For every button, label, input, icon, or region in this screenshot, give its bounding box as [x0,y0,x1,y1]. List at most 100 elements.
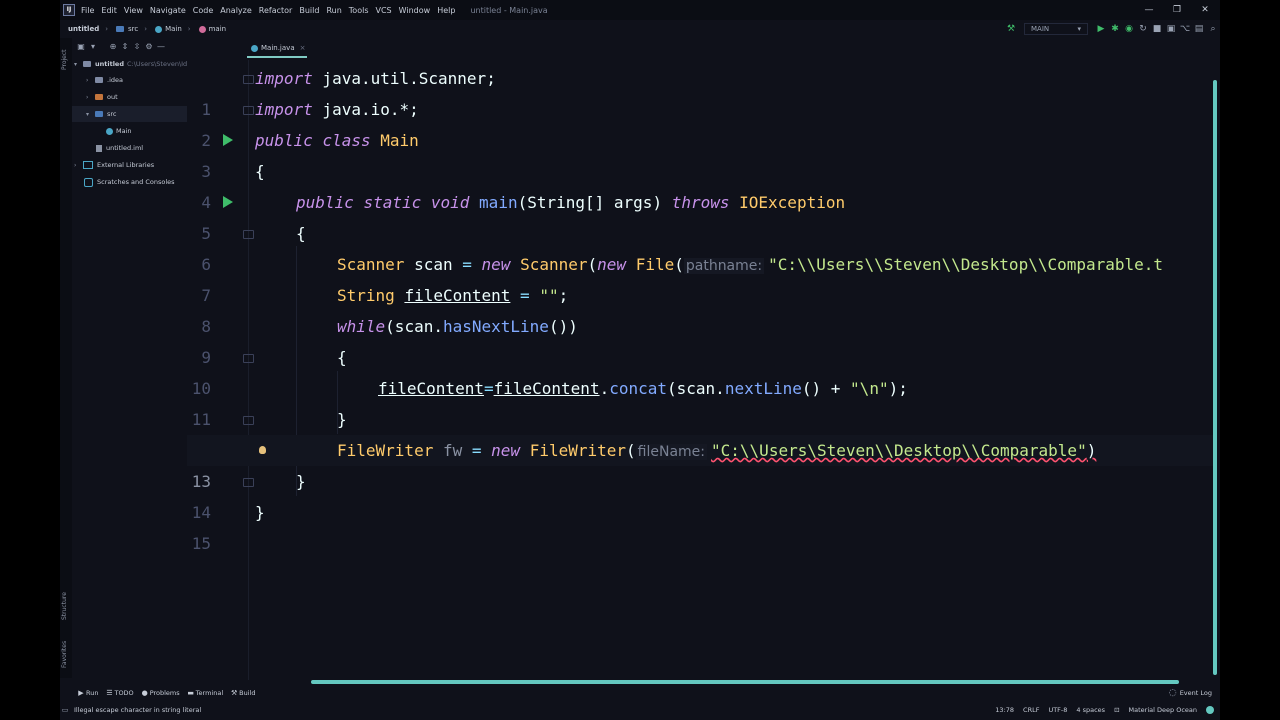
code-text: { [255,156,265,187]
code-editor[interactable]: 1 import java.util.Scanner; 2 import jav… [187,60,1217,680]
menu-tools[interactable]: Tools [349,6,369,15]
code-line-10[interactable]: 10 { [187,342,1217,398]
breadcrumb-project[interactable]: untitled › [68,25,108,33]
chevron-down-icon: ▾ [74,60,78,68]
code-line-7[interactable]: 7 Scanner scan = new Scanner(new File(pa… [187,249,1217,305]
line-separator[interactable]: CRLF [1023,706,1039,714]
fold-icon[interactable] [243,354,254,363]
menu-navigate[interactable]: Navigate [150,6,186,15]
code-line-4[interactable]: 4 { [187,156,1217,212]
variable: fileContent [404,286,511,305]
toolwindow-label: TODO [114,689,134,697]
fold-icon[interactable] [243,478,254,487]
toolwindow-build[interactable]: ⚒ Build [229,689,255,697]
fold-icon[interactable] [243,230,254,239]
status-message[interactable]: Illegal escape character in string liter… [74,706,201,714]
operator: = [520,286,530,305]
tab-main-java[interactable]: Main.java × [247,40,307,58]
lightbulb-icon[interactable] [259,446,266,454]
toolwindow-run[interactable]: ▶ Run [76,689,98,697]
run-configuration-select[interactable]: MAIN ▾ [1024,23,1088,35]
fold-icon[interactable] [243,106,254,115]
expand-all-icon[interactable]: ⇕ [119,42,131,51]
menu-edit[interactable]: Edit [101,6,117,15]
toolwindow-problems[interactable]: ● Problems [140,689,180,697]
favorites-tool-label[interactable]: Favorites [61,641,68,668]
horizontal-scrollbar[interactable] [247,680,1220,685]
run-gutter-icon[interactable] [223,134,233,146]
code-token: (scan. [385,317,443,336]
locate-icon[interactable]: ⊕ [107,42,119,51]
debug-icon[interactable]: ✱ [1108,24,1122,34]
collapse-all-icon[interactable]: ⇳ [131,42,143,51]
code-text: fileContent=fileContent.concat(scan.next… [378,373,908,404]
menu-refactor[interactable]: Refactor [259,6,293,15]
lock-icon[interactable]: ⊡ [1114,706,1119,714]
breadcrumb-class[interactable]: Main › [155,25,191,33]
scrollbar-thumb[interactable] [1213,80,1217,675]
close-tab-icon[interactable]: × [300,44,306,52]
code-line-6[interactable]: 6 { [187,218,1217,274]
event-log-button[interactable]: ◌ Event Log [1166,686,1212,700]
code-line-9[interactable]: 9 while(scan.hasNextLine()) [187,311,1217,367]
code-line-15[interactable]: 15 } [187,497,1217,553]
caret-position[interactable]: 13:78 [995,706,1014,714]
chevron-right-icon: › [74,161,77,169]
fold-icon[interactable] [243,75,254,84]
folder-icon [95,94,103,100]
menu-run[interactable]: Run [326,6,341,15]
theme-name[interactable]: Material Deep Ocean [1129,706,1197,714]
scrollbar-thumb[interactable] [311,680,1179,684]
toolwindow-terminal[interactable]: ▬ Terminal [186,689,223,697]
toolwindow-todo[interactable]: ☰ TODO [104,689,133,697]
menu-vcs[interactable]: VCS [376,6,392,15]
code-line-11[interactable]: 11 fileContent=fileContent.concat(scan.n… [187,373,1217,429]
breadcrumb-method[interactable]: main [198,25,226,33]
code-line-5[interactable]: 5 public static void main(String[] args)… [187,187,1217,243]
fold-icon[interactable] [243,416,254,425]
vertical-scrollbar[interactable] [1212,80,1218,675]
project-view-icon[interactable]: ▣ [75,42,87,51]
code-line-2[interactable]: 2 import java.io.*; [187,94,1217,150]
code-line-14[interactable]: 14 } [187,466,1217,522]
run-config-label: MAIN [1031,25,1050,33]
gear-icon[interactable]: ⚙ [143,42,155,51]
layout-toggle-icon[interactable]: ▭ [60,706,70,714]
code-line-12[interactable]: 12 } [187,404,1217,460]
hide-icon[interactable]: — [155,42,167,51]
file-encoding[interactable]: UTF-8 [1048,706,1067,714]
menu-view[interactable]: View [124,6,143,15]
git-icon[interactable]: ⌥ [1178,24,1192,34]
menu-window[interactable]: Window [399,6,431,15]
indent-setting[interactable]: 4 spaces [1076,706,1105,714]
menu-file[interactable]: File [81,6,94,15]
run-gutter-icon[interactable] [223,196,233,208]
code-text: String fileContent = ""; [337,280,568,311]
close-window-icon[interactable]: ✕ [1192,0,1218,20]
menu-help[interactable]: Help [437,6,455,15]
code-line-3[interactable]: 3 public class Main [187,125,1217,181]
chevron-down-icon[interactable]: ▾ [87,42,99,51]
stop-icon[interactable]: ■ [1150,24,1164,34]
layout-icon[interactable]: ▤ [1192,24,1206,34]
code-line-1[interactable]: 1 import java.util.Scanner; [187,63,1217,119]
coverage-icon[interactable]: ◉ [1122,24,1136,34]
tab-label: Main.java [261,44,295,52]
structure-tool-label[interactable]: Structure [61,592,68,620]
project-tool-label[interactable]: Project [61,49,68,70]
menu-build[interactable]: Build [299,6,319,15]
profile-icon[interactable]: ↻ [1136,24,1150,34]
run-icon[interactable]: ▶ [1094,24,1108,34]
minimize-icon[interactable]: — [1136,0,1162,20]
variable: fw [442,441,463,460]
menu-analyze[interactable]: Analyze [220,6,252,15]
code-token: ; [558,286,569,305]
code-line-13[interactable]: 13 FileWriter fw = new FileWriter(fileNa… [187,435,1217,491]
restore-icon[interactable]: ❐ [1164,0,1190,20]
menu-code[interactable]: Code [193,6,213,15]
search-icon[interactable]: ⌕ [1206,24,1220,34]
code-line-8[interactable]: 8 String fileContent = ""; [187,280,1217,336]
build-hammer-icon[interactable]: ⚒ [1004,24,1018,34]
breadcrumb-src[interactable]: src › [116,25,147,33]
project-structure-icon[interactable]: ▣ [1164,24,1178,34]
